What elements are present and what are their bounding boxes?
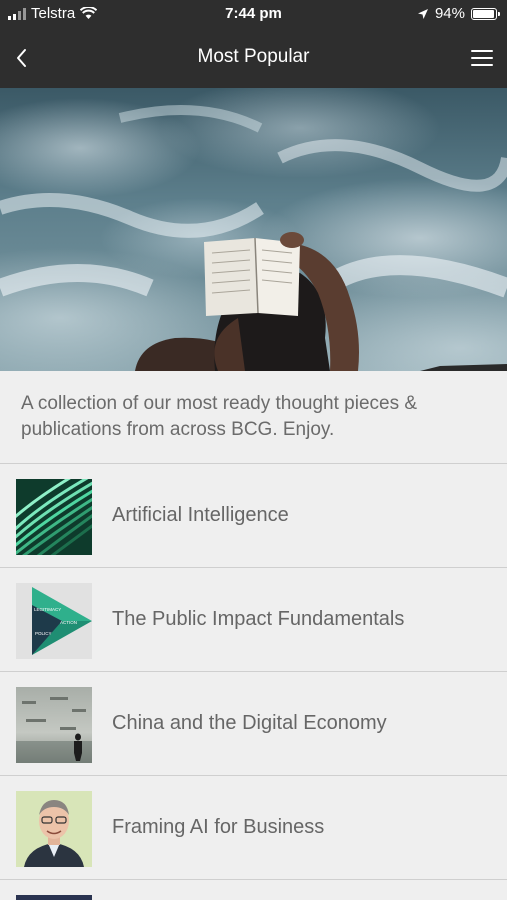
battery-percent: 94%	[434, 5, 465, 22]
list-item-framing-ai-business[interactable]: Framing AI for Business	[0, 775, 507, 879]
item-label: Artificial Intelligence	[112, 504, 289, 526]
battery-fill	[473, 9, 494, 18]
svg-text:POLICY: POLICY	[35, 631, 52, 636]
page-title: Most Popular	[197, 46, 310, 67]
list-item-public-impact-fundamentals[interactable]: LEGITIMACY ACTION POLICY The Public Impa…	[0, 567, 507, 671]
list-item-artificial-intelligence[interactable]: Artificial Intelligence	[0, 463, 507, 567]
svg-text:ACTION: ACTION	[60, 620, 77, 625]
svg-text:LEGITIMACY: LEGITIMACY	[34, 607, 61, 612]
page-description: A collection of our most ready thought p…	[21, 393, 418, 440]
status-bar: Telstra 7:44 pm 94%	[0, 0, 507, 28]
item-label: The Public Impact Fundamentals	[112, 608, 405, 630]
thumbnail-artificial-intelligence	[16, 479, 92, 555]
hamburger-menu-icon[interactable]	[471, 50, 493, 68]
thumbnail-china-digital-economy	[16, 687, 92, 763]
navigation-bar: Most Popular	[0, 28, 507, 88]
item-label: Framing AI for Business	[112, 816, 325, 838]
item-label: China and the Digital Economy	[112, 712, 387, 734]
battery-icon	[471, 7, 500, 20]
thumbnail-framing-ai-business	[16, 791, 92, 867]
thumbnail-public-impact-fundamentals: LEGITIMACY ACTION POLICY	[16, 583, 92, 659]
hero-illustration	[0, 105, 507, 371]
hero-image	[0, 88, 507, 371]
location-arrow-icon	[417, 8, 428, 19]
status-right: 94%	[417, 5, 500, 22]
list-item-china-digital-economy[interactable]: China and the Digital Economy	[0, 671, 507, 775]
article-list: Artificial Intelligence LEGITIMACY ACTIO…	[0, 463, 507, 900]
list-item-partial[interactable]	[0, 879, 507, 900]
